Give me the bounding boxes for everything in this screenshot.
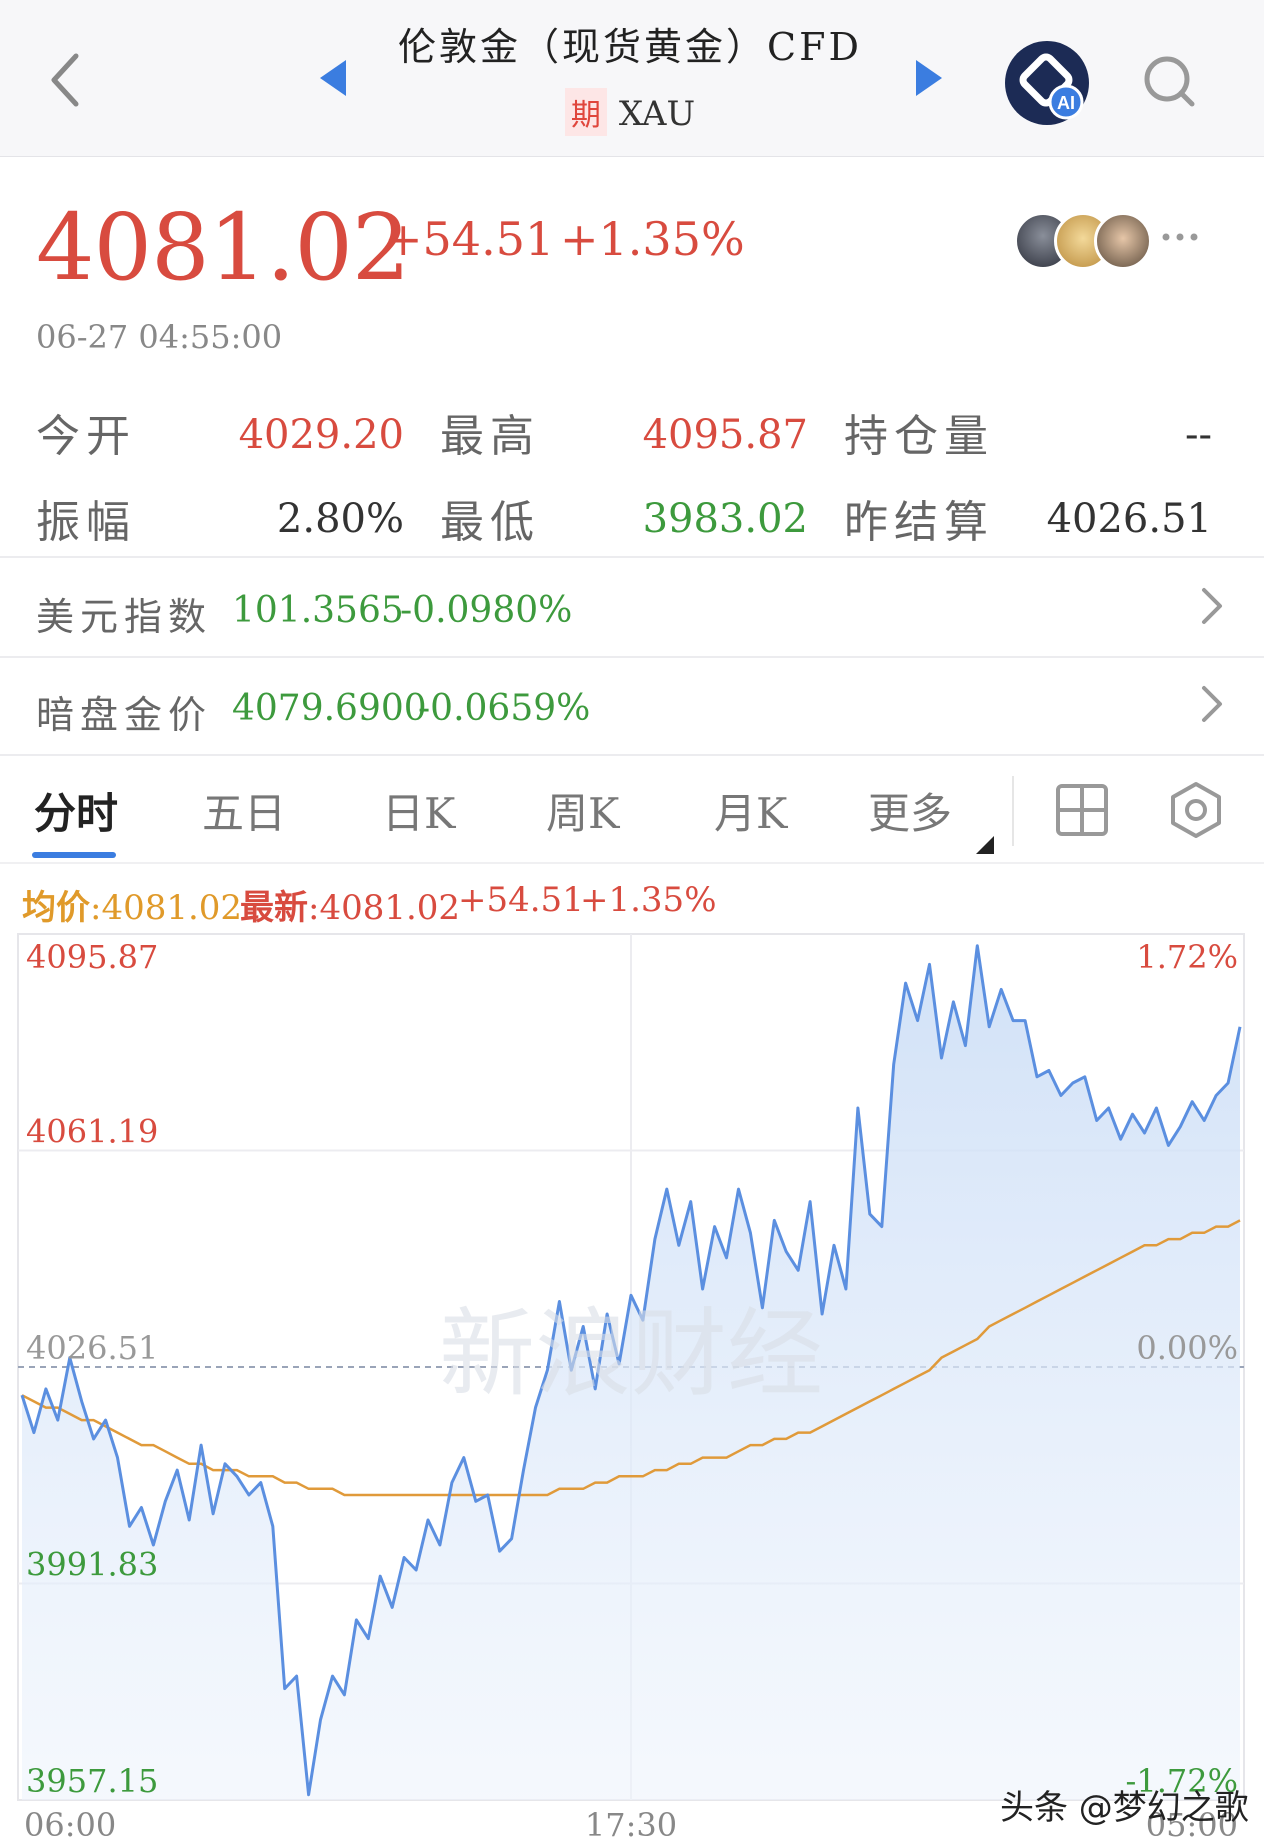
y-tick-label-percent: 0.00% [1136, 1329, 1238, 1367]
usd-index-change: -0.0980% [400, 590, 573, 631]
last-price: 4081.02 [36, 194, 410, 301]
usd-index-value: 101.3565 [232, 590, 404, 631]
y-tick-label: 4026.51 [26, 1329, 158, 1367]
more-options-icon[interactable] [1160, 222, 1200, 252]
y-tick-label: 4061.19 [26, 1113, 158, 1151]
next-instrument-icon[interactable] [914, 58, 944, 98]
stat-low-label: 最低 [440, 497, 540, 548]
dropdown-corner-icon [976, 836, 994, 854]
usd-index-label: 美元指数 [36, 595, 213, 639]
y-tick-label: 4095.87 [26, 938, 158, 976]
instrument-symbol-row: 期 XAU [380, 88, 880, 136]
after-hours-gold-label: 暗盘金价 [36, 693, 213, 737]
active-tab-indicator [32, 852, 116, 858]
divider [0, 862, 1264, 864]
tab-more[interactable]: 更多 [868, 780, 952, 841]
svg-text:AI: AI [1057, 93, 1075, 113]
stat-amplitude-value: 2.80% [276, 496, 404, 542]
price-change: +54.51 [384, 212, 555, 266]
after-hours-gold-change: -0.0659% [418, 688, 591, 729]
stat-open-label: 今开 [36, 411, 136, 462]
futures-badge: 期 [564, 88, 607, 136]
tab-five-day[interactable]: 五日 [202, 780, 286, 841]
discussion-avatars[interactable] [1014, 212, 1152, 270]
stat-prev-settle-value: 4026.51 [1046, 496, 1212, 542]
chevron-right-icon [1202, 686, 1222, 722]
stat-open-value: 4029.20 [238, 412, 404, 458]
legend-change-percent: +1.35% [580, 880, 717, 920]
tab-separator [1012, 776, 1014, 846]
stat-amplitude-label: 振幅 [36, 497, 136, 548]
x-tick-label: 17:30 [585, 1806, 677, 1844]
ai-assistant-button[interactable]: AI [1004, 40, 1090, 126]
settings-icon[interactable] [1166, 780, 1226, 840]
avatar [1094, 212, 1152, 270]
divider [0, 754, 1264, 756]
stat-open-interest-label: 持仓量 [844, 411, 994, 462]
related-row-usd-index[interactable]: 美元指数 101.3565 -0.0980% [0, 558, 1264, 656]
previous-instrument-icon[interactable] [318, 58, 348, 98]
instrument-symbol: XAU [618, 94, 696, 134]
y-tick-label: 3957.15 [26, 1762, 158, 1800]
y-tick-label-percent: 1.72% [1136, 938, 1238, 976]
author-watermark: 头条 @梦幻之歌 [1000, 1788, 1249, 1828]
search-icon[interactable] [1140, 52, 1200, 112]
after-hours-gold-value: 4079.6900 [232, 688, 427, 729]
stat-high-label: 最高 [440, 411, 540, 462]
price-change-percent: +1.35% [560, 212, 745, 266]
intraday-price-chart[interactable]: 新浪财经 4095.87 4061.19 4026.51 3991.83 3957.15 1… [0, 920, 1264, 1848]
related-row-after-hours-gold[interactable]: 暗盘金价 4079.6900 -0.0659% [0, 658, 1264, 754]
tab-monthly-k[interactable]: 月K [714, 780, 787, 841]
tab-intraday[interactable]: 分时 [34, 780, 118, 841]
quote-timestamp: 06-27 04:55:00 [36, 318, 283, 356]
stat-high-value: 4095.87 [642, 412, 808, 458]
back-icon[interactable] [40, 44, 96, 116]
legend-change: +54.51 [458, 880, 584, 920]
x-tick-label: 06:00 [24, 1806, 116, 1844]
chevron-right-icon [1202, 588, 1222, 624]
instrument-title: 伦敦金（现货黄金）CFD [398, 25, 862, 69]
stat-prev-settle-label: 昨结算 [844, 497, 994, 548]
layout-grid-icon[interactable] [1052, 780, 1112, 840]
tab-weekly-k[interactable]: 周K [546, 780, 619, 841]
chart-watermark: 新浪财经 [439, 1298, 823, 1410]
tab-daily-k[interactable]: 日K [382, 780, 455, 841]
stat-open-interest-value: -- [1184, 412, 1212, 458]
stat-low-value: 3983.02 [642, 496, 808, 542]
y-tick-label: 3991.83 [26, 1546, 158, 1584]
